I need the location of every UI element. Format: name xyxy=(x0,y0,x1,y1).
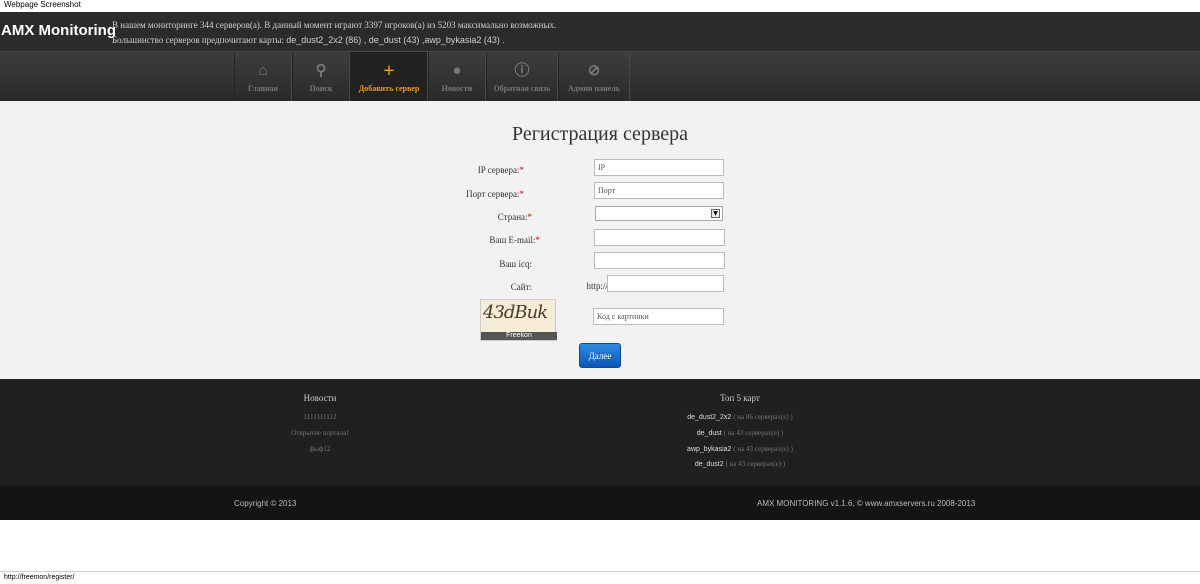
map-item[interactable]: de_dust ( на 43 серверах(е) ) xyxy=(640,429,840,437)
news-item[interactable]: 1111111112 xyxy=(260,413,380,421)
map-item[interactable]: awp_bykasia2 ( на 43 серверах(е) ) xyxy=(640,445,840,453)
email-label: Ваш E-mail:* xyxy=(489,235,540,245)
captcha-code: 43dBuk xyxy=(483,302,548,323)
nav-label: Добавить сервер xyxy=(358,84,420,93)
next-button[interactable]: Далее xyxy=(579,343,621,368)
chevron-down-icon: ▼ xyxy=(711,209,720,218)
news-title: Новости xyxy=(303,393,337,403)
site-label: Сайт: xyxy=(510,282,532,292)
captcha-image: 43dBuk Freekon xyxy=(480,299,557,341)
nav-label: Главная xyxy=(248,84,278,93)
site-logo[interactable]: AMX Monitoring xyxy=(1,22,116,39)
search-icon: ⚲ xyxy=(315,63,327,79)
home-icon: ⌂ xyxy=(258,63,268,79)
nav-label: Обратная связь xyxy=(493,84,551,93)
nav-search[interactable]: ⚲ Поиск xyxy=(292,52,350,102)
nav-news[interactable]: ● Новости xyxy=(428,52,486,102)
nav-home[interactable]: ⌂ Главная xyxy=(234,52,292,102)
stats-line-1: В нашем мониторинге 344 серверов(а). В д… xyxy=(112,20,557,30)
country-label: Страна:* xyxy=(497,212,532,222)
port-label: Порт сервера:* xyxy=(466,189,524,199)
page-title: Регистрация сервера xyxy=(511,123,689,145)
site-input[interactable] xyxy=(607,275,724,292)
icq-label: Ваш icq: xyxy=(499,259,532,269)
monitoring-stats: В нашем мониторинге 344 серверов(а). В д… xyxy=(112,18,556,48)
nav-admin[interactable]: ⊘ Админ панель xyxy=(558,52,630,102)
bottom-bar: Copyright © 2013 AMX MONITORING v1.1.6, … xyxy=(0,486,1200,520)
port-input[interactable]: Порт xyxy=(594,182,724,199)
top-bar: AMX Monitoring В нашем мониторинге 344 с… xyxy=(0,12,1200,51)
news-item[interactable]: фыф12 xyxy=(260,445,380,453)
info-icon: ⓘ xyxy=(514,63,530,79)
eye-off-icon: ⊘ xyxy=(587,63,601,79)
stats-maps-list: de_dust2_2x2 (86) , de_dust (43) ,awp_by… xyxy=(286,35,505,45)
top-maps-title: Топ 5 карт xyxy=(720,393,760,403)
chat-icon: ● xyxy=(452,63,462,79)
ip-input[interactable]: IP xyxy=(594,159,724,176)
nav-add-server[interactable]: + Добавить сервер xyxy=(350,52,428,102)
nav-label: Новости xyxy=(441,84,473,93)
footer: Новости 1111111112 Открытие портала! фыф… xyxy=(0,379,1200,486)
map-item[interactable]: de_dust2_2x2 ( на 86 серверах(е) ) xyxy=(640,413,840,421)
nav-feedback[interactable]: ⓘ Обратная связь xyxy=(486,52,558,102)
ip-label: IP сервера:* xyxy=(477,165,524,175)
stats-line-2: Большинство серверов предпочитают карты:… xyxy=(112,33,556,48)
country-select[interactable]: ▼ xyxy=(595,206,723,221)
captcha-input[interactable]: Код с картинки xyxy=(593,308,724,325)
version-info: AMX MONITORING v1.1.6, © www.amxservers.… xyxy=(757,499,976,508)
plus-icon: + xyxy=(383,60,395,82)
captcha-footer: Freekon xyxy=(481,332,557,340)
stats-maps-prefix: Большинство серверов предпочитают карты: xyxy=(112,35,287,45)
status-bar-url: http://freemon/register/ xyxy=(0,571,1200,584)
registration-section: Регистрация сервера IP сервера:* IP Порт… xyxy=(0,101,1200,379)
email-input[interactable] xyxy=(594,229,725,246)
news-item[interactable]: Открытие портала! xyxy=(260,429,380,437)
site-prefix: http:// xyxy=(586,281,608,291)
main-nav: ⌂ Главная ⚲ Поиск + Добавить сервер ● Но… xyxy=(0,51,1200,102)
icq-input[interactable] xyxy=(594,252,725,269)
nav-label: Поиск xyxy=(309,84,333,93)
screenshot-label: Webpage Screenshot xyxy=(4,0,81,9)
map-item[interactable]: de_dust2 ( на 43 серверах(е) ) xyxy=(640,460,840,468)
nav-label: Админ панель xyxy=(568,84,620,93)
copyright: Copyright © 2013 xyxy=(234,499,297,508)
